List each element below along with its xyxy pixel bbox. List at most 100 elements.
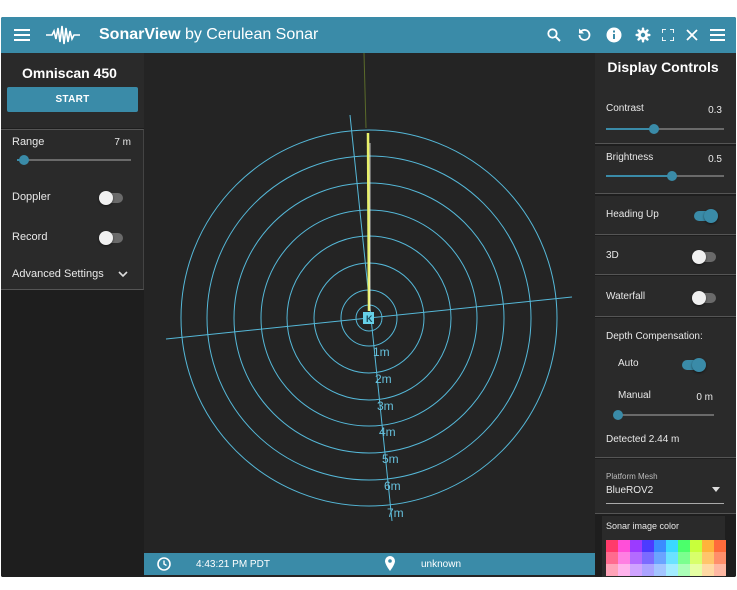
range-value: 7 m — [114, 137, 131, 148]
beam-trace — [363, 52, 367, 129]
color-swatch[interactable] — [714, 552, 726, 564]
brightness-slider-fill — [606, 175, 673, 177]
color-swatch[interactable] — [630, 540, 642, 552]
manual-slider-thumb[interactable] — [613, 410, 623, 420]
color-swatch[interactable] — [654, 540, 666, 552]
color-swatch[interactable] — [654, 552, 666, 564]
range-slider[interactable] — [17, 155, 131, 165]
sonar-plot: K 1m 2m 3m 4m 5m 6m 7m — [165, 52, 573, 522]
color-swatch[interactable] — [654, 564, 666, 576]
three-d-toggle[interactable] — [692, 250, 716, 264]
menu-icon[interactable] — [706, 17, 728, 53]
device-card: Omniscan 450 START — [1, 53, 144, 128]
color-swatch[interactable] — [702, 552, 714, 564]
info-icon[interactable] — [604, 17, 624, 53]
color-swatch[interactable] — [690, 552, 702, 564]
platform-mesh-value: BlueROV2 — [606, 485, 654, 496]
heading-up-toggle[interactable] — [694, 209, 718, 223]
waterfall-section: Waterfall — [595, 276, 736, 317]
advanced-settings-expander[interactable]: Advanced Settings — [1, 262, 143, 284]
brightness-slider-thumb[interactable] — [667, 171, 678, 181]
color-swatch[interactable] — [678, 552, 690, 564]
color-swatch[interactable] — [618, 552, 630, 564]
toggle-knob — [704, 209, 718, 223]
color-swatch[interactable] — [678, 540, 690, 552]
sonar-logo-icon — [45, 17, 81, 53]
contrast-slider-thumb[interactable] — [649, 124, 660, 134]
ring-label: 5m — [382, 452, 399, 466]
color-swatch[interactable] — [618, 540, 630, 552]
ring-label: 1m — [373, 345, 390, 359]
color-swatch[interactable] — [618, 564, 630, 576]
color-swatch[interactable] — [666, 552, 678, 564]
auto-depth-toggle[interactable] — [682, 358, 706, 372]
color-swatch[interactable] — [630, 564, 642, 576]
color-swatch[interactable] — [702, 564, 714, 576]
dropdown-arrow-icon — [712, 487, 720, 492]
panel-title: Display Controls — [607, 59, 719, 75]
color-swatch[interactable] — [690, 564, 702, 576]
brightness-section: Brightness 0.5 — [595, 146, 736, 194]
start-button[interactable]: START — [7, 87, 138, 112]
sonar-color-label: Sonar image color — [606, 521, 680, 531]
heading-up-label: Heading Up — [606, 209, 659, 220]
app-title: SonarView by Cerulean Sonar — [99, 26, 318, 44]
color-swatch[interactable] — [642, 552, 654, 564]
display-controls-panel: Display Controls Contrast 0.3 Brightness… — [595, 53, 736, 577]
range-label: Range — [12, 136, 45, 148]
waterfall-label: Waterfall — [606, 291, 646, 302]
gear-icon[interactable] — [633, 17, 653, 53]
reset-icon[interactable] — [574, 17, 594, 53]
ring-label: 4m — [379, 425, 396, 439]
waterfall-toggle[interactable] — [692, 291, 716, 305]
range-slider-thumb[interactable] — [18, 155, 29, 165]
sonar-viewport[interactable]: K 1m 2m 3m 4m 5m 6m 7m — [144, 52, 595, 553]
manual-value: 0 m — [696, 392, 713, 403]
device-settings: Range 7 m Doppler Record Advanced Settin… — [1, 129, 144, 290]
manual-depth-slider[interactable] — [613, 410, 714, 420]
color-swatch[interactable] — [642, 564, 654, 576]
search-icon[interactable] — [544, 17, 564, 53]
color-swatch[interactable] — [630, 552, 642, 564]
record-toggle[interactable] — [99, 231, 123, 245]
platform-mesh-select[interactable]: Platform Mesh BlueROV2 — [606, 469, 724, 504]
device-panel: Omniscan 450 START Range 7 m Doppler Rec… — [1, 53, 144, 577]
brightness-slider[interactable] — [606, 171, 724, 181]
ring-label: 6m — [384, 479, 401, 493]
toggle-knob — [99, 191, 113, 205]
sonar-return — [366, 132, 371, 312]
location-pin-icon — [385, 556, 395, 571]
color-swatch[interactable] — [702, 540, 714, 552]
manual-label: Manual — [618, 390, 651, 401]
brightness-label: Brightness — [606, 152, 654, 163]
brightness-value: 0.5 — [708, 154, 722, 165]
color-swatch[interactable] — [714, 540, 726, 552]
doppler-label: Doppler — [12, 191, 51, 203]
color-swatch[interactable] — [642, 540, 654, 552]
depth-compensation-section: Depth Compensation: Auto Manual 0 m Dete… — [595, 318, 736, 458]
menu-icon[interactable] — [11, 17, 33, 53]
color-palette-grid — [606, 540, 726, 576]
toggle-knob — [692, 250, 706, 264]
depth-compensation-label: Depth Compensation: — [606, 331, 703, 342]
color-swatch[interactable] — [666, 540, 678, 552]
color-swatch[interactable] — [606, 564, 618, 576]
color-swatch[interactable] — [714, 564, 726, 576]
contrast-slider[interactable] — [606, 124, 724, 134]
close-icon[interactable] — [682, 17, 702, 53]
contrast-value: 0.3 — [708, 105, 722, 116]
ring-label: 7m — [387, 506, 404, 520]
chevron-down-icon — [118, 271, 128, 278]
color-swatch[interactable] — [690, 540, 702, 552]
record-label: Record — [12, 231, 48, 243]
platform-mesh-label: Platform Mesh — [606, 472, 658, 481]
color-swatch[interactable] — [678, 564, 690, 576]
toggle-knob — [692, 291, 706, 305]
status-location: unknown — [421, 559, 462, 570]
doppler-toggle[interactable] — [99, 191, 123, 205]
color-swatch[interactable] — [666, 564, 678, 576]
status-bar: 4:43:21 PM PDT unknown — [144, 553, 595, 575]
fullscreen-icon[interactable] — [658, 17, 678, 53]
color-swatch[interactable] — [606, 552, 618, 564]
color-swatch[interactable] — [606, 540, 618, 552]
